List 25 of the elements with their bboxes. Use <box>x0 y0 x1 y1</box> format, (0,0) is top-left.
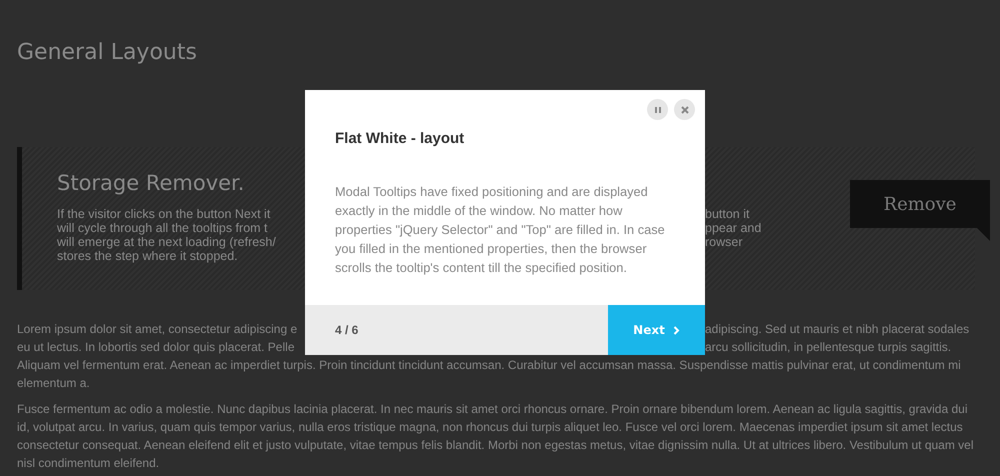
paragraph-text: adipiscing. Sed ut mauris et nibh placerat sodales <box>705 321 970 338</box>
tooltip-title: Flat White - layout <box>335 130 464 147</box>
next-button[interactable]: Next <box>608 305 705 355</box>
corner-fold-icon <box>977 228 990 241</box>
remove-button[interactable]: Remove <box>850 180 990 228</box>
chevron-icon <box>672 326 680 334</box>
tooltip-body: Modal Tooltips have fixed positioning and are displayed exactly in the middle of the window. No matter how properties "jQuery Selector" and "Top" are filled in. In case you filled in the mentioned properties, then the browser scrolls the tooltip's content till the specified position. <box>335 183 666 277</box>
pause-icon[interactable] <box>647 99 668 120</box>
description-text: will emerge at the next loading (refresh/ <box>57 235 277 249</box>
description-text: button it <box>705 207 750 221</box>
paragraph-text: Aliquam vel fermentum erat. Aenean ac imperdiet turpis. Proin tincidunt tincidunt accumsan. Curabitur vel accumsan massa. Suspendisse mattis pulvinar erat, ut condimentum mi <box>17 357 962 374</box>
paragraph-text: elementum a. <box>17 375 91 392</box>
description-text: If the visitor clicks on the button Next it <box>57 207 272 221</box>
description-text: stores the step where it stopped. <box>57 249 239 263</box>
paragraph-text: Fusce fermentum ac odio a molestie. Nunc dapibus lacinia placerat. In nec mauris sit amet orci rhoncus ornare. Proin ornare bibendum lorem. Aenean ac ligula sagittis, gravida dui id, volutpat arcu. In varius, quam quis tempor varius, nulla eros tristique magna, non rhoncus dui turpis aliquet leo. Fusce vel orci lorem. Maecenas imperdiet ipsum sit amet lectus consectetur consequat. Aenean eleifend elit et justo vulputate, vitae tempus felis blandit. Morbi non egestas metus, vitae dignissim nulla. Ut at ultrices libero. Vestibulum ut quam vel nisl condimentum eleifend. <box>17 401 975 472</box>
paragraph-text: eu ut lectus. In lobortis sed dolor quis placerat. Pelle <box>17 339 296 356</box>
page-heading: General Layouts <box>16 39 198 66</box>
description-text: rowser <box>705 235 744 249</box>
panel-title: Storage Remover. <box>57 170 244 197</box>
paragraph-text: Lorem ipsum dolor sit amet, consectetur adipiscing e <box>17 321 298 338</box>
description-text: ppear and <box>705 221 762 235</box>
paragraph-text: arcu sollicitudin, in pellentesque turpis sagittis. <box>705 339 952 356</box>
description-text: will cycle through all the tooltips from t <box>57 221 269 235</box>
close-icon[interactable] <box>674 99 695 120</box>
step-counter: 4 / 6 <box>335 323 358 337</box>
